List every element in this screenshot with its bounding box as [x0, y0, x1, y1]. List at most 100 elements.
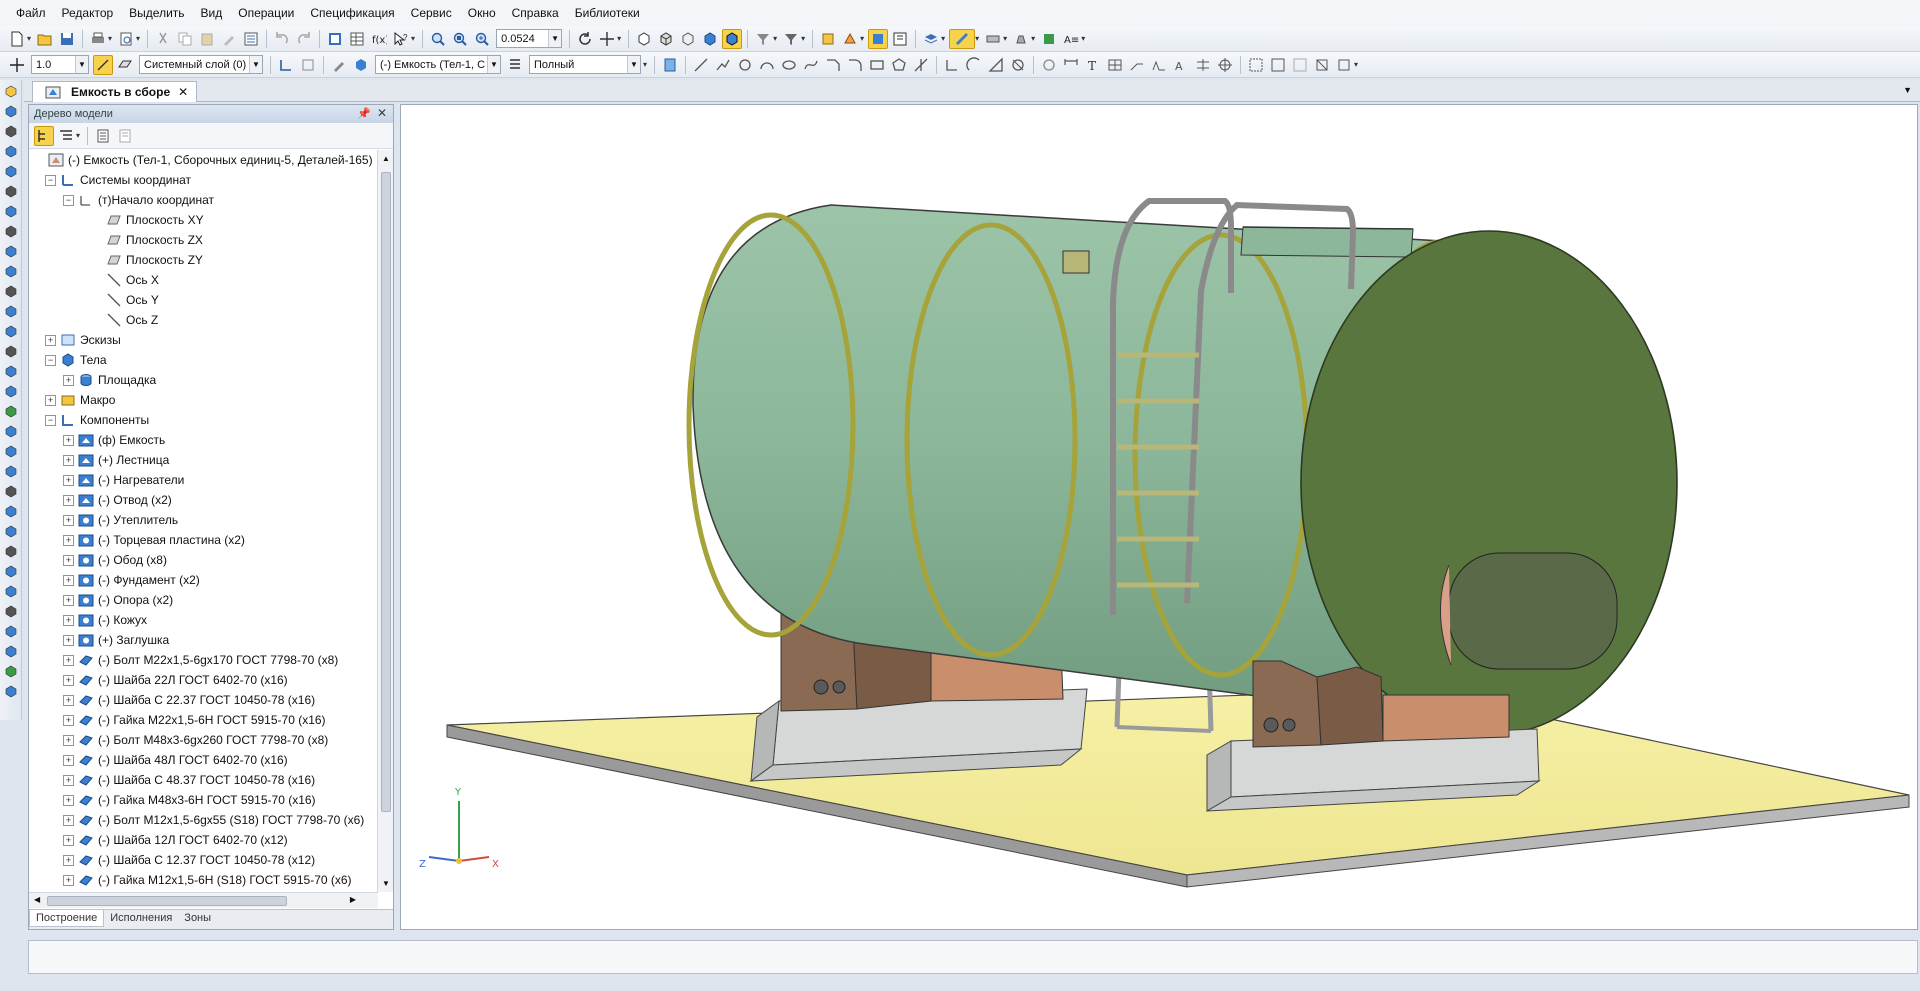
- preview-dropdown-icon[interactable]: ▾: [136, 34, 140, 43]
- tree-item[interactable]: Ось Y: [91, 290, 159, 310]
- tree-item[interactable]: + (-) Обод (x8): [63, 550, 167, 570]
- close-icon[interactable]: ✕: [178, 85, 188, 99]
- variables-icon[interactable]: f(x): [369, 29, 389, 49]
- toolbar2-overflow-icon[interactable]: ▾: [1354, 60, 1358, 69]
- close-icon[interactable]: ✕: [377, 106, 387, 120]
- compact-panel-tool-icon[interactable]: [2, 422, 20, 440]
- tree-item[interactable]: + (-) Фундамент (x2): [63, 570, 200, 590]
- tree-item[interactable]: + (-) Болт М12х1,5-6gx55 (S18) ГОСТ 7798-…: [63, 810, 364, 830]
- compact-panel-tool-icon[interactable]: [2, 402, 20, 420]
- format-painter-icon[interactable]: [219, 29, 239, 49]
- library-icon[interactable]: [1039, 29, 1059, 49]
- expand-icon[interactable]: +: [63, 454, 74, 466]
- rotate-sketch-icon[interactable]: [964, 55, 984, 75]
- polyline-icon[interactable]: [713, 55, 733, 75]
- tree-item[interactable]: Плоскость XY: [91, 210, 204, 230]
- compact-panel-tool-icon[interactable]: [2, 442, 20, 460]
- menu-window[interactable]: Окно: [460, 0, 504, 26]
- help-dropdown-icon[interactable]: ▾: [411, 34, 415, 43]
- paste-icon[interactable]: [197, 29, 217, 49]
- table-sketch-icon[interactable]: [1105, 55, 1125, 75]
- expand-icon[interactable]: +: [63, 474, 74, 486]
- print-dropdown-icon[interactable]: ▾: [108, 34, 112, 43]
- tree-item[interactable]: + (+) Лестница: [63, 450, 169, 470]
- leader-icon[interactable]: [1127, 55, 1147, 75]
- scroll-right-icon[interactable]: ▶: [350, 895, 356, 904]
- expand-icon[interactable]: +: [63, 814, 74, 826]
- scrollbar-thumb[interactable]: [381, 172, 391, 812]
- zoom-all-icon[interactable]: [450, 29, 470, 49]
- tree-item[interactable]: Плоскость ZY: [91, 250, 203, 270]
- layers-dropdown-icon[interactable]: ▾: [941, 34, 945, 43]
- move-icon[interactable]: [942, 55, 962, 75]
- mass-dropdown-icon[interactable]: ▾: [1031, 34, 1035, 43]
- tree-root[interactable]: (-) Емкость (Тел-1, Сборочных единиц-5, …: [33, 150, 373, 170]
- roughness-icon[interactable]: [1149, 55, 1169, 75]
- tree-item[interactable]: + (+) Заглушка: [63, 630, 169, 650]
- expand-icon[interactable]: +: [45, 334, 56, 346]
- scroll-down-icon[interactable]: ▼: [382, 879, 390, 888]
- rectangle-icon[interactable]: [867, 55, 887, 75]
- pin-icon[interactable]: 📌: [357, 107, 371, 120]
- trim-icon[interactable]: [911, 55, 931, 75]
- measure-icon[interactable]: [983, 29, 1003, 49]
- rotate-icon[interactable]: [575, 29, 595, 49]
- compact-panel-tool-icon[interactable]: [2, 142, 20, 160]
- tab-zones[interactable]: Зоны: [178, 910, 217, 926]
- tabs-menu-icon[interactable]: ▼: [1903, 85, 1912, 95]
- tree-item[interactable]: + (-) Шайба С 12.37 ГОСТ 10450-78 (x12): [63, 850, 315, 870]
- tree-item[interactable]: + Эскизы: [45, 330, 121, 350]
- collapse-icon[interactable]: −: [45, 174, 56, 186]
- compact-panel-tool-icon[interactable]: [2, 542, 20, 560]
- select-prototype-icon[interactable]: [1334, 55, 1354, 75]
- chevron-down-icon[interactable]: ▼: [627, 56, 640, 73]
- menu-service[interactable]: Сервис: [403, 0, 460, 26]
- color-icon[interactable]: [949, 28, 976, 49]
- select-window-icon[interactable]: [1268, 55, 1288, 75]
- compact-panel-tool-icon[interactable]: [2, 322, 20, 340]
- text-style-dropdown-icon[interactable]: ▾: [1081, 34, 1085, 43]
- base-icon[interactable]: A: [1171, 55, 1191, 75]
- tree-relations-icon[interactable]: [115, 126, 135, 146]
- tree-item[interactable]: + Площадка: [63, 370, 156, 390]
- model-properties-icon[interactable]: [890, 29, 910, 49]
- mass-icon[interactable]: [1011, 29, 1031, 49]
- expand-icon[interactable]: +: [63, 594, 74, 606]
- perspective-icon[interactable]: [818, 29, 838, 49]
- collapse-icon[interactable]: −: [45, 354, 56, 366]
- cut-icon[interactable]: [153, 29, 173, 49]
- compact-panel-tool-icon[interactable]: [2, 522, 20, 540]
- expand-icon[interactable]: +: [63, 434, 74, 446]
- table-icon[interactable]: [347, 29, 367, 49]
- expand-icon[interactable]: +: [63, 614, 74, 626]
- compact-panel-tool-icon[interactable]: [2, 82, 20, 100]
- collapse-icon[interactable]: −: [63, 194, 74, 206]
- tree-item[interactable]: − Компоненты: [45, 410, 149, 430]
- chevron-down-icon[interactable]: ▼: [75, 56, 88, 73]
- tree-item[interactable]: Ось Z: [91, 310, 158, 330]
- compact-panel-tool-icon[interactable]: [2, 222, 20, 240]
- tree-item[interactable]: + (-) Болт М22х1,5-6gx170 ГОСТ 7798-70 (x…: [63, 650, 338, 670]
- tab-construction[interactable]: Построение: [29, 910, 105, 927]
- color-dropdown-icon[interactable]: ▾: [975, 34, 979, 43]
- expand-icon[interactable]: +: [63, 854, 74, 866]
- tree-item[interactable]: + (-) Шайба 48Л ГОСТ 6402-70 (x16): [63, 750, 288, 770]
- hatch-icon[interactable]: [1039, 55, 1059, 75]
- compact-panel-tool-icon[interactable]: [2, 682, 20, 700]
- tree-item[interactable]: + (-) Шайба 12Л ГОСТ 6402-70 (x12): [63, 830, 288, 850]
- compact-panel-tool-icon[interactable]: [2, 202, 20, 220]
- ellipse-icon[interactable]: [779, 55, 799, 75]
- layer-icon[interactable]: [115, 55, 135, 75]
- compact-panel-tool-icon[interactable]: [2, 282, 20, 300]
- snap-icon[interactable]: [868, 28, 889, 49]
- tree-order-icon[interactable]: [93, 126, 113, 146]
- scroll-left-icon[interactable]: ◀: [34, 895, 40, 904]
- tree-item[interactable]: + Макро: [45, 390, 115, 410]
- pan-icon[interactable]: [597, 29, 617, 49]
- tree-view-dropdown-icon[interactable]: ▾: [76, 131, 80, 140]
- view-shaded-edges-icon[interactable]: [722, 28, 743, 49]
- chevron-down-icon[interactable]: ▼: [548, 30, 562, 47]
- tree-item[interactable]: + (ф) Емкость: [63, 430, 165, 450]
- compact-panel-tool-icon[interactable]: [2, 102, 20, 120]
- edit-part-icon[interactable]: [329, 55, 349, 75]
